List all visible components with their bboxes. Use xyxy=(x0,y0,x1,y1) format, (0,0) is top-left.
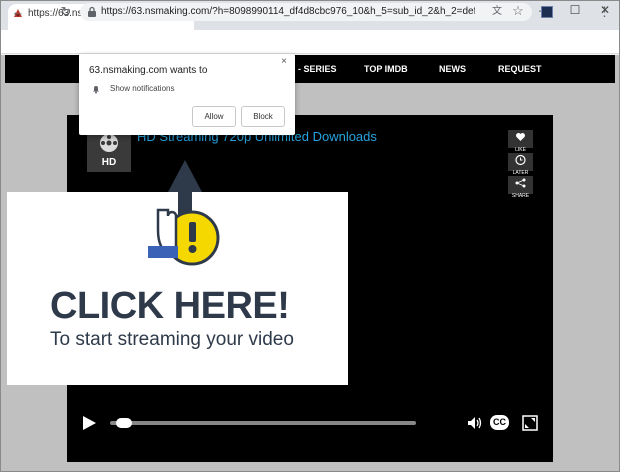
like-button[interactable]: LIKE xyxy=(508,130,533,153)
reload-icon[interactable]: ↻ xyxy=(58,4,74,20)
nav-news-link[interactable]: NEWS xyxy=(439,55,466,83)
clock-icon xyxy=(515,154,526,166)
maximize-icon[interactable]: ☐ xyxy=(560,0,590,20)
kebab-menu-icon[interactable]: ⋮ xyxy=(598,4,611,20)
watch-later-button[interactable]: LATER xyxy=(508,153,533,176)
forward-arrow-icon[interactable]: → xyxy=(34,4,50,20)
extension-icon[interactable] xyxy=(541,6,553,18)
volume-icon[interactable] xyxy=(466,414,484,432)
share-icon xyxy=(515,178,526,188)
nav-top-imdb-link[interactable]: TOP IMDB xyxy=(364,55,408,83)
hd-logo-text: HD xyxy=(101,157,117,168)
nav-request-link[interactable]: REQUEST xyxy=(498,55,542,83)
popup-message: Show notifications xyxy=(110,84,175,93)
ad-headline[interactable]: CLICK HERE! xyxy=(50,282,340,330)
ad-subtext[interactable]: To start streaming your video xyxy=(50,328,340,352)
browser-toolbar xyxy=(0,30,620,54)
url-text[interactable]: https://63.nsmaking.com/?h=8098990114_df… xyxy=(101,3,475,21)
heart-icon xyxy=(516,133,525,141)
allow-button[interactable]: Allow xyxy=(192,106,236,127)
seek-handle[interactable] xyxy=(116,418,132,428)
translate-icon[interactable]: 文 xyxy=(490,5,504,19)
fullscreen-icon[interactable] xyxy=(521,414,539,432)
nav-series-link[interactable]: - SERIES xyxy=(298,55,337,83)
block-button[interactable]: Block xyxy=(241,106,285,127)
seek-bar[interactable] xyxy=(110,421,416,425)
popup-close-icon[interactable]: × xyxy=(278,56,290,68)
closed-captions-button[interactable]: CC xyxy=(490,415,509,430)
lock-icon[interactable] xyxy=(86,6,98,18)
play-icon[interactable] xyxy=(80,414,98,432)
share-label: SHARE xyxy=(511,193,530,199)
bookmark-star-icon[interactable]: ☆ xyxy=(511,4,525,18)
share-button[interactable]: SHARE xyxy=(508,176,533,199)
back-arrow-icon[interactable]: ← xyxy=(10,4,26,20)
pointing-hand-warning-icon[interactable] xyxy=(140,150,230,290)
popup-title: 63.nsmaking.com wants to xyxy=(89,65,208,76)
bell-icon xyxy=(93,86,99,94)
